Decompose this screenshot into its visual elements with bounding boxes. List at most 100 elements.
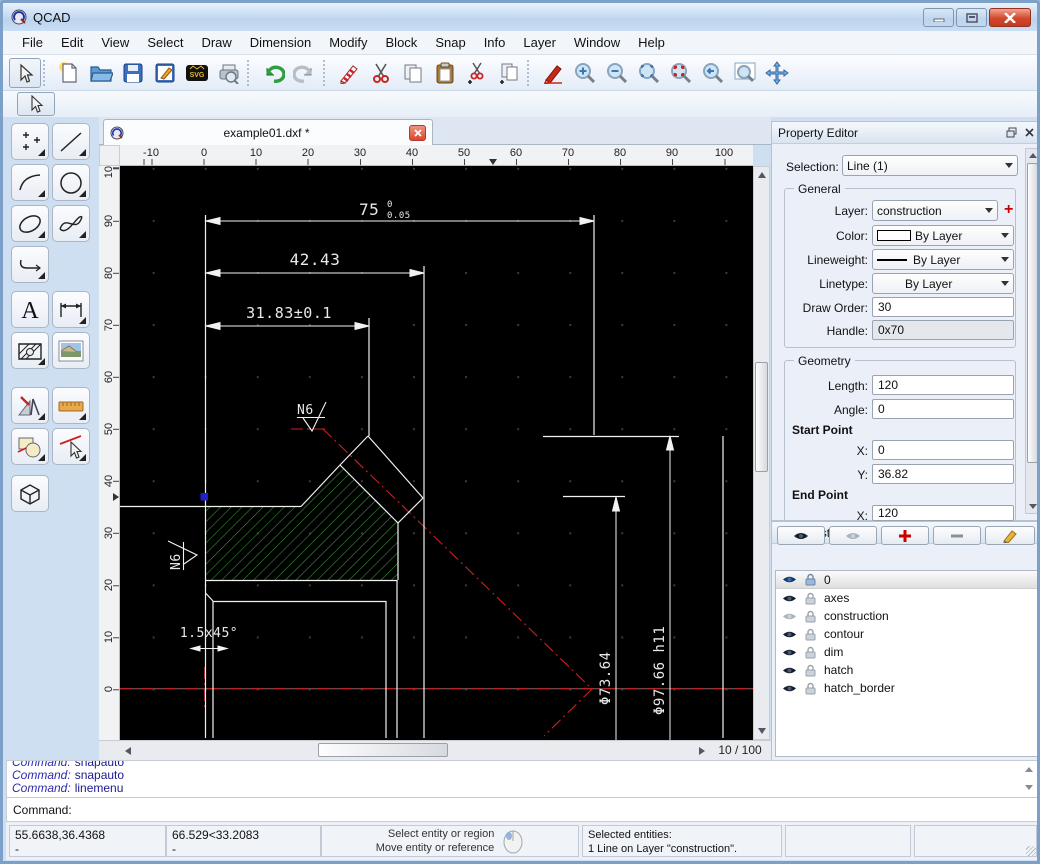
lock-icon[interactable]: [805, 628, 816, 641]
lock-icon[interactable]: [805, 664, 816, 677]
zoom-window-button[interactable]: [729, 58, 761, 88]
eye-icon[interactable]: [782, 647, 797, 658]
menu-help[interactable]: Help: [629, 32, 674, 53]
layer-row[interactable]: 0: [776, 571, 1037, 589]
scroll-down-icon[interactable]: [758, 728, 766, 734]
eye-icon[interactable]: [782, 574, 797, 585]
svg-export-button[interactable]: SVG: [181, 58, 213, 88]
close-button[interactable]: [989, 8, 1031, 27]
dimension-tool-button[interactable]: [52, 291, 90, 328]
ellipse-tool-button[interactable]: [11, 205, 49, 242]
hide-all-layers-button[interactable]: [829, 526, 877, 545]
menu-snap[interactable]: Snap: [426, 32, 474, 53]
open-file-button[interactable]: [85, 58, 117, 88]
cut-with-reference-button[interactable]: [461, 58, 493, 88]
active-tool-button[interactable]: [17, 92, 55, 116]
add-layer-button[interactable]: [881, 526, 929, 545]
minimize-button[interactable]: [923, 8, 954, 27]
property-editor-titlebar[interactable]: Property Editor: [772, 122, 1037, 144]
drawing-tab[interactable]: example01.dxf *: [103, 119, 433, 145]
scroll-up-icon[interactable]: [1025, 767, 1033, 772]
linetype-dropdown[interactable]: By Layer: [872, 273, 1014, 294]
canvas-vertical-scrollbar[interactable]: [753, 166, 770, 740]
menu-block[interactable]: Block: [377, 32, 427, 53]
draw-order-input[interactable]: 30: [872, 297, 1014, 317]
undo-button[interactable]: [257, 58, 289, 88]
modify-tool-button[interactable]: [11, 428, 49, 465]
layer-row[interactable]: contour: [776, 625, 1037, 643]
edit-layer-button[interactable]: [985, 526, 1035, 545]
canvas-horizontal-scrollbar[interactable]: [99, 740, 771, 760]
resize-grip[interactable]: [1026, 846, 1036, 856]
float-panel-button[interactable]: [1004, 126, 1018, 140]
print-preview-button[interactable]: [213, 58, 245, 88]
eye-icon[interactable]: [782, 593, 797, 604]
save-file-button[interactable]: [117, 58, 149, 88]
image-tool-button[interactable]: [52, 332, 90, 369]
add-layer-button[interactable]: +: [1004, 201, 1013, 219]
angle-input[interactable]: 0: [872, 399, 1014, 419]
layer-row[interactable]: hatch: [776, 661, 1037, 679]
erase-button[interactable]: [333, 58, 365, 88]
h-scroll-thumb[interactable]: [318, 743, 448, 757]
command-input-row[interactable]: Command:: [6, 798, 1037, 822]
scroll-up-icon[interactable]: [758, 172, 766, 178]
copy-with-reference-button[interactable]: [493, 58, 525, 88]
cut-button[interactable]: [365, 58, 397, 88]
menu-select[interactable]: Select: [138, 32, 192, 53]
start-y-input[interactable]: 36.82: [872, 464, 1014, 484]
eye-icon[interactable]: [782, 683, 797, 694]
selection-dropdown[interactable]: Line (1): [842, 155, 1018, 176]
command-history[interactable]: Command: snapauto Command: snapauto Comman…: [6, 760, 1037, 798]
layer-row[interactable]: hatch_border: [776, 679, 1037, 697]
start-x-input[interactable]: 0: [872, 440, 1014, 460]
length-input[interactable]: 120: [872, 375, 1014, 395]
point-tool-button[interactable]: [11, 123, 49, 160]
close-panel-button[interactable]: [1022, 126, 1036, 140]
property-editor-scrollbar[interactable]: [1025, 148, 1037, 514]
color-dropdown[interactable]: By Layer: [872, 225, 1014, 246]
selection-handle[interactable]: [200, 493, 209, 501]
scroll-left-icon[interactable]: [125, 747, 131, 755]
layer-row[interactable]: construction: [776, 607, 1037, 625]
lock-icon[interactable]: [805, 682, 816, 695]
redo-button[interactable]: [289, 58, 321, 88]
menu-view[interactable]: View: [92, 32, 138, 53]
title-bar[interactable]: QCAD: [3, 3, 1037, 31]
scroll-down-icon[interactable]: [1025, 785, 1033, 790]
layer-row[interactable]: axes: [776, 589, 1037, 607]
scroll-down-icon[interactable]: [1029, 504, 1037, 509]
polyline-tool-button[interactable]: [11, 246, 49, 283]
circle-tool-button[interactable]: [52, 164, 90, 201]
lock-icon[interactable]: [805, 646, 816, 659]
arc-tool-button[interactable]: [11, 164, 49, 201]
new-file-button[interactable]: [53, 58, 85, 88]
tab-close-button[interactable]: [409, 124, 426, 141]
menu-info[interactable]: Info: [475, 32, 515, 53]
select-entity-button[interactable]: [52, 428, 90, 465]
show-all-layers-button[interactable]: [777, 526, 825, 545]
layer-row[interactable]: dim: [776, 643, 1037, 661]
select-tool-button[interactable]: [9, 57, 41, 88]
remove-layer-button[interactable]: [933, 526, 981, 545]
lock-icon[interactable]: [805, 610, 816, 623]
menu-draw[interactable]: Draw: [192, 32, 240, 53]
v-scroll-thumb[interactable]: [755, 362, 768, 472]
edit-drawing-button[interactable]: [149, 58, 181, 88]
menu-edit[interactable]: Edit: [52, 32, 92, 53]
zoom-out-button[interactable]: [601, 58, 633, 88]
menu-modify[interactable]: Modify: [320, 32, 376, 53]
drawing-canvas[interactable]: 75 0 0.05 42.43 31.83±0.1 1.5x45° Φ73.64…: [120, 166, 753, 740]
lock-icon[interactable]: [805, 592, 816, 605]
end-x-input[interactable]: 120: [872, 505, 1014, 521]
pe-scroll-thumb[interactable]: [1027, 163, 1037, 463]
lock-icon[interactable]: [805, 573, 816, 586]
lineweight-dropdown[interactable]: By Layer: [872, 249, 1014, 270]
scroll-up-icon[interactable]: [1029, 153, 1037, 158]
zoom-in-button[interactable]: [569, 58, 601, 88]
eye-off-icon[interactable]: [782, 611, 797, 622]
hatch-tool-button[interactable]: [11, 332, 49, 369]
layer-dropdown[interactable]: construction: [872, 200, 998, 221]
zoom-to-selection-button[interactable]: [665, 58, 697, 88]
pan-button[interactable]: [761, 58, 793, 88]
